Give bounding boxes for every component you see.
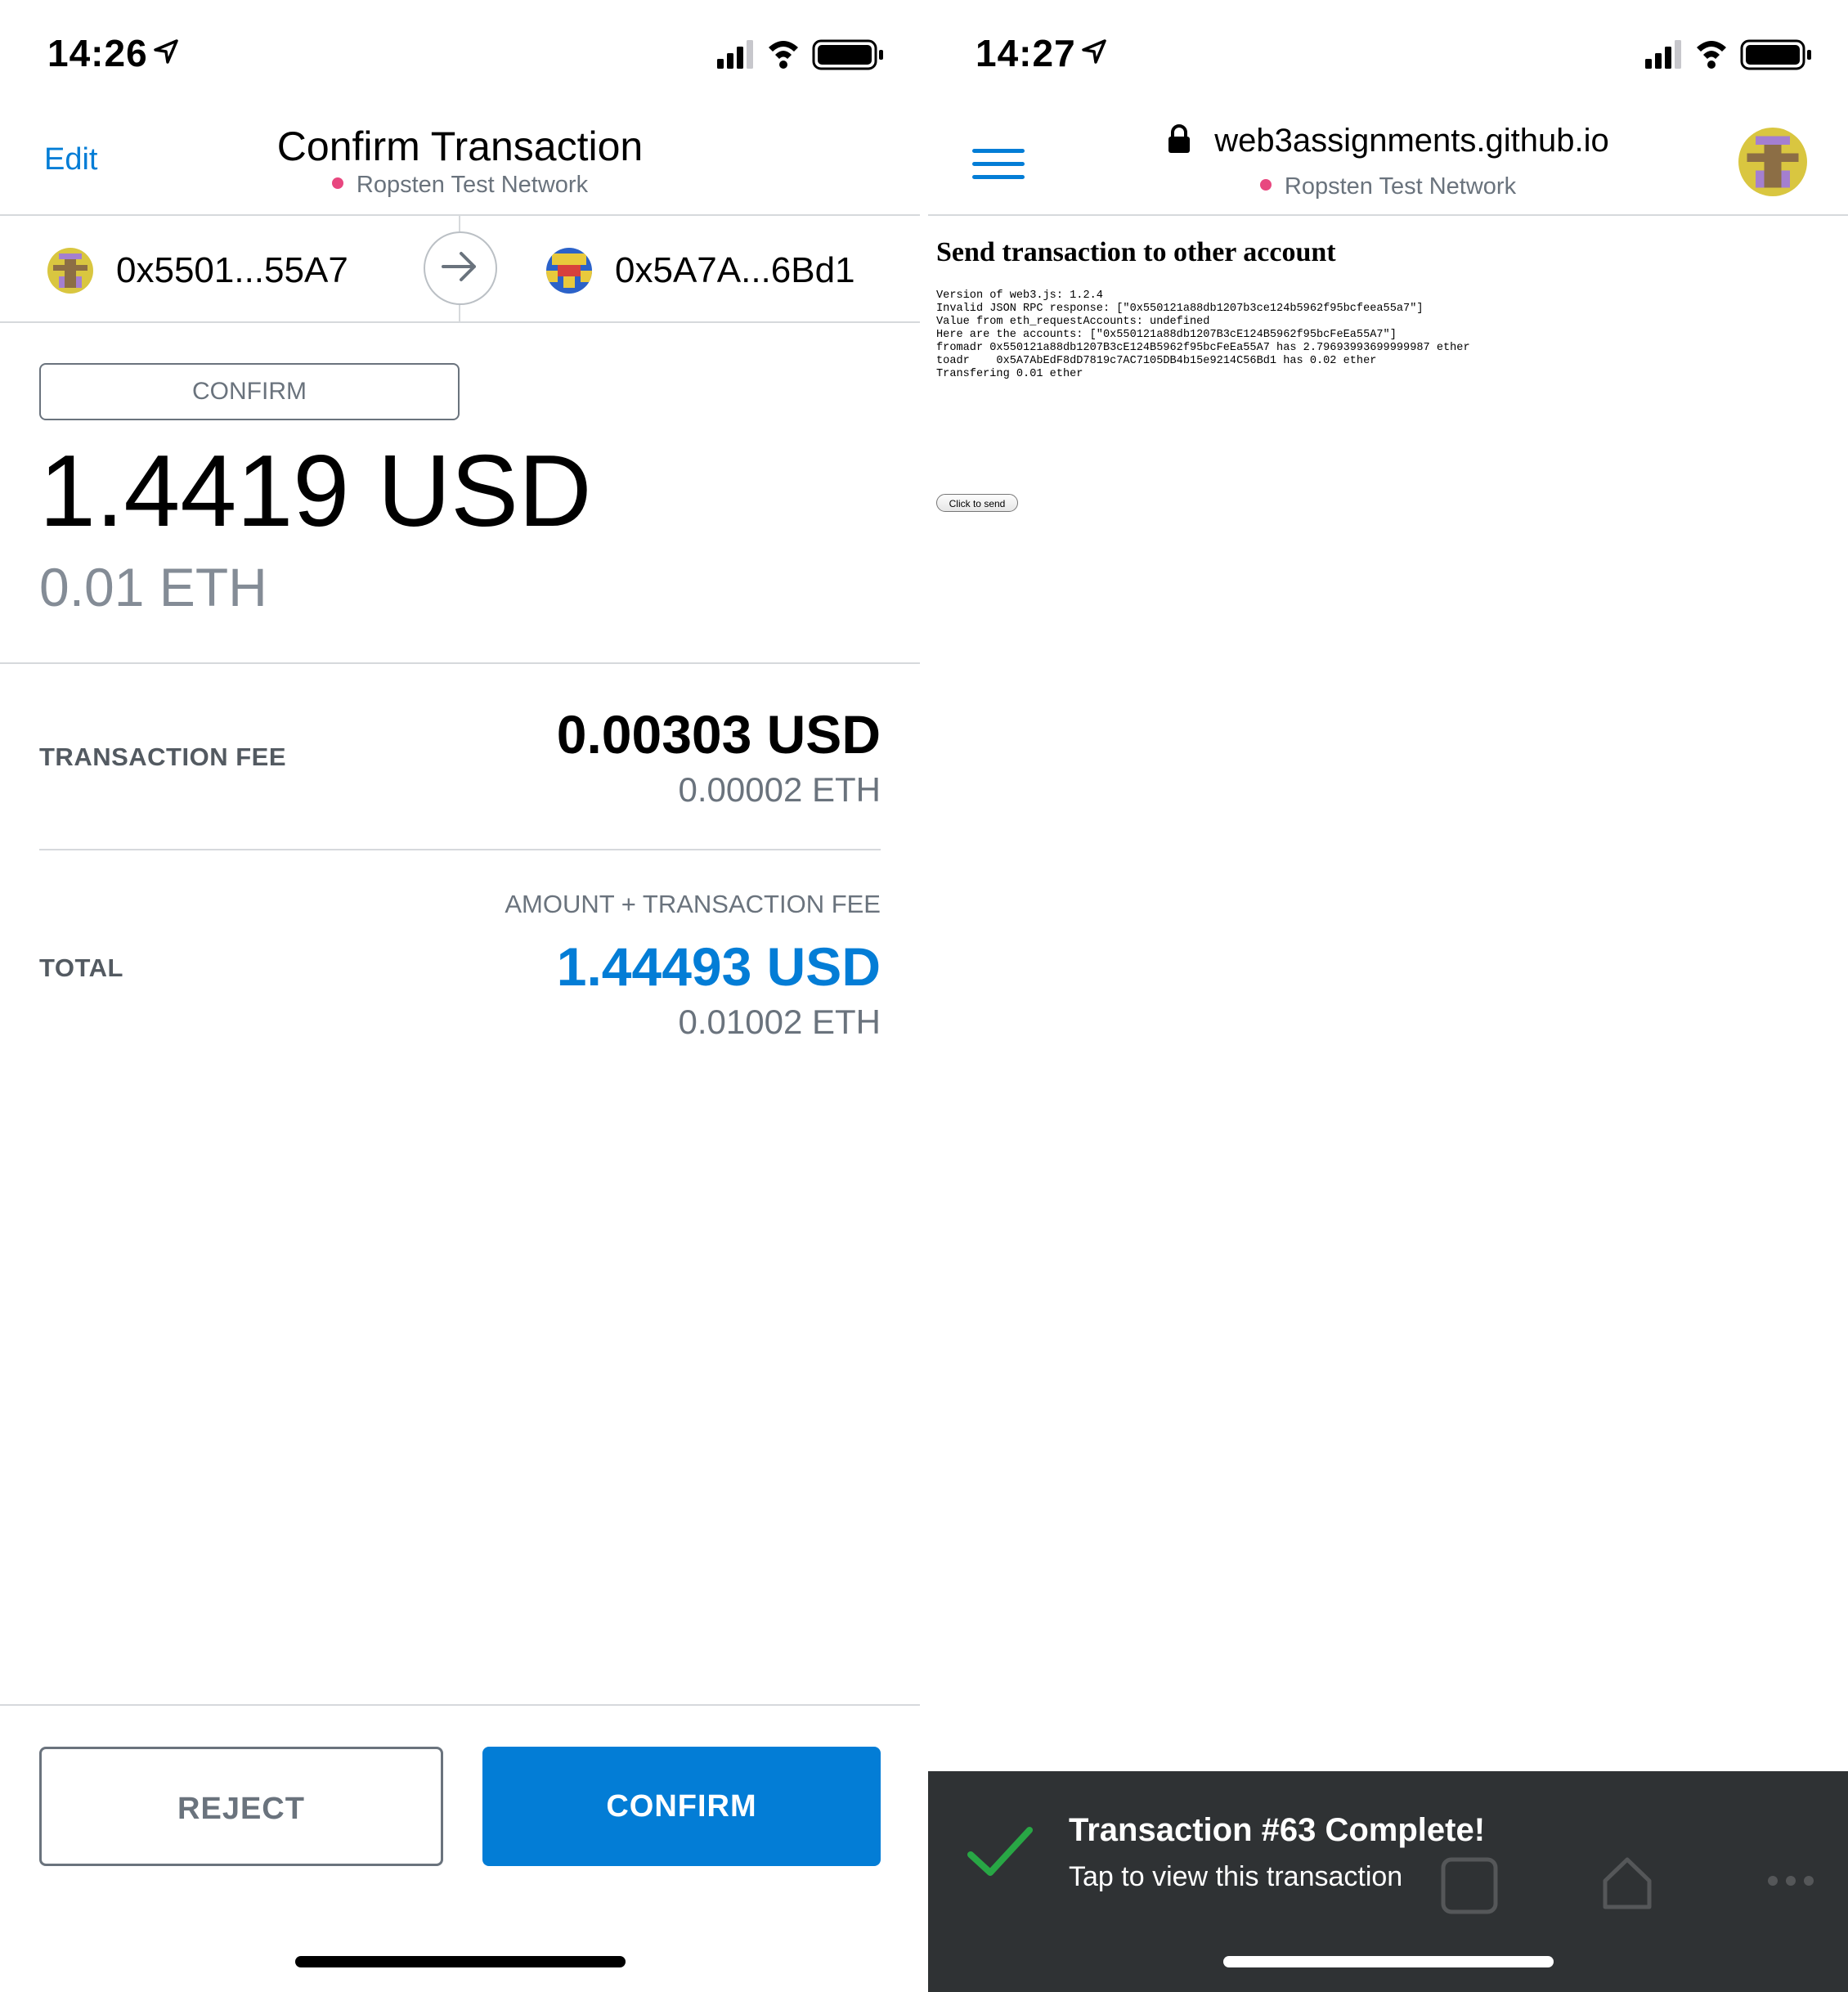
- identicon: [546, 248, 592, 294]
- wifi-icon: [1697, 41, 1726, 69]
- location-arrow-icon: [1082, 39, 1106, 64]
- total-caption: AMOUNT + TRANSACTION FEE: [505, 890, 881, 918]
- home-indicator[interactable]: [294, 1956, 626, 1967]
- status-time: 14:26: [47, 32, 148, 74]
- amount-usd: 1.4419 USD: [39, 435, 592, 548]
- fee-eth: 0.00002 ETH: [678, 770, 881, 809]
- network-name: Ropsten Test Network: [356, 172, 589, 198]
- account-avatar[interactable]: [1738, 128, 1807, 196]
- identicon: [1738, 128, 1807, 196]
- location-arrow-icon: [154, 39, 178, 64]
- battery-icon: [1740, 39, 1811, 70]
- network-indicator[interactable]: Ropsten Test Network: [0, 172, 920, 199]
- network-dot-icon: [331, 177, 343, 190]
- wifi-icon: [769, 41, 798, 69]
- transaction-toast[interactable]: Transaction #63 Complete! Tap to view th…: [928, 1771, 1848, 1992]
- more-options-icon: [1768, 1876, 1814, 1886]
- to-address: 0x5A7A...6Bd1: [615, 250, 855, 290]
- arrow-right-icon: [442, 252, 476, 281]
- tabs-icon: [1441, 1857, 1498, 1914]
- fee-label: TRANSACTION FEE: [39, 743, 286, 771]
- amount-eth: 0.01 ETH: [39, 557, 267, 617]
- toast-subtitle: Tap to view this transaction: [1069, 1861, 1403, 1892]
- total-label: TOTAL: [39, 953, 123, 982]
- fee-usd: 0.00303 USD: [556, 704, 881, 765]
- dapp-browser-screen: 14:27 web3assignments.github.io Ropsten …: [928, 0, 1848, 1992]
- accounts-divider: [0, 321, 920, 323]
- amount-divider: [0, 662, 920, 664]
- web-page-heading: Send transaction to other account: [936, 237, 1336, 267]
- url-bar[interactable]: web3assignments.github.io: [928, 123, 1848, 159]
- signal-icon: [1645, 40, 1681, 69]
- log-line: Here are the accounts: ["0x550121a88db12…: [936, 329, 1397, 341]
- status-bar: 14:27: [976, 31, 1815, 80]
- home-icon: [1603, 1857, 1652, 1909]
- identicon: [47, 248, 93, 294]
- log-line: Invalid JSON RPC response: ["0x550121a88…: [936, 303, 1424, 315]
- from-address: 0x5501...55A7: [116, 250, 348, 290]
- battery-icon: [812, 39, 883, 70]
- lock-icon: [1168, 124, 1191, 154]
- log-line: Value from eth_requestAccounts: undefine…: [936, 316, 1210, 328]
- log-line: fromadr 0x550121a88db1207B3cE124B5962f95…: [936, 342, 1470, 354]
- total-usd: 1.44493 USD: [556, 936, 881, 997]
- header-divider: [928, 214, 1848, 216]
- network-name: Ropsten Test Network: [1284, 173, 1517, 200]
- divider: [459, 216, 460, 231]
- network-indicator[interactable]: Ropsten Test Network: [928, 173, 1848, 200]
- click-to-send-button[interactable]: Click to send: [936, 494, 1018, 512]
- url-text: web3assignments.github.io: [1214, 123, 1609, 159]
- toast-title: Transaction #63 Complete!: [1069, 1812, 1486, 1848]
- log-line: toadr 0x5A7AbEdF8dD7819c7AC7105DB4b15e92…: [936, 355, 1377, 367]
- transfer-arrow: [424, 231, 497, 305]
- network-dot-icon: [1259, 179, 1272, 191]
- log-line: Version of web3.js: 1.2.4: [936, 289, 1103, 302]
- confirm-transaction-screen: 14:26 Edit Confirm Transaction Ropsten T…: [0, 0, 920, 1992]
- panel-gap: [920, 0, 928, 1992]
- check-icon: [967, 1827, 1033, 1876]
- status-bar: 14:26: [47, 31, 887, 80]
- footer-divider: [0, 1704, 920, 1706]
- status-time: 14:27: [976, 32, 1076, 74]
- system-indicators: [1645, 39, 1811, 70]
- from-account[interactable]: 0x5501...55A7: [47, 242, 348, 299]
- system-indicators: [717, 39, 883, 70]
- web-page-log: Version of web3.js: 1.2.4 Invalid JSON RP…: [936, 289, 1470, 381]
- reject-button[interactable]: REJECT: [39, 1747, 443, 1866]
- page-title: Confirm Transaction: [276, 123, 644, 169]
- to-account[interactable]: 0x5A7A...6Bd1: [546, 242, 855, 299]
- total-eth: 0.01002 ETH: [678, 1003, 881, 1041]
- log-line: Transfering 0.01 ether: [936, 368, 1083, 380]
- signal-icon: [717, 40, 753, 69]
- home-indicator[interactable]: [1222, 1956, 1554, 1967]
- fee-divider: [39, 849, 881, 850]
- method-pill: CONFIRM: [39, 363, 460, 420]
- confirm-button[interactable]: CONFIRM: [482, 1747, 881, 1866]
